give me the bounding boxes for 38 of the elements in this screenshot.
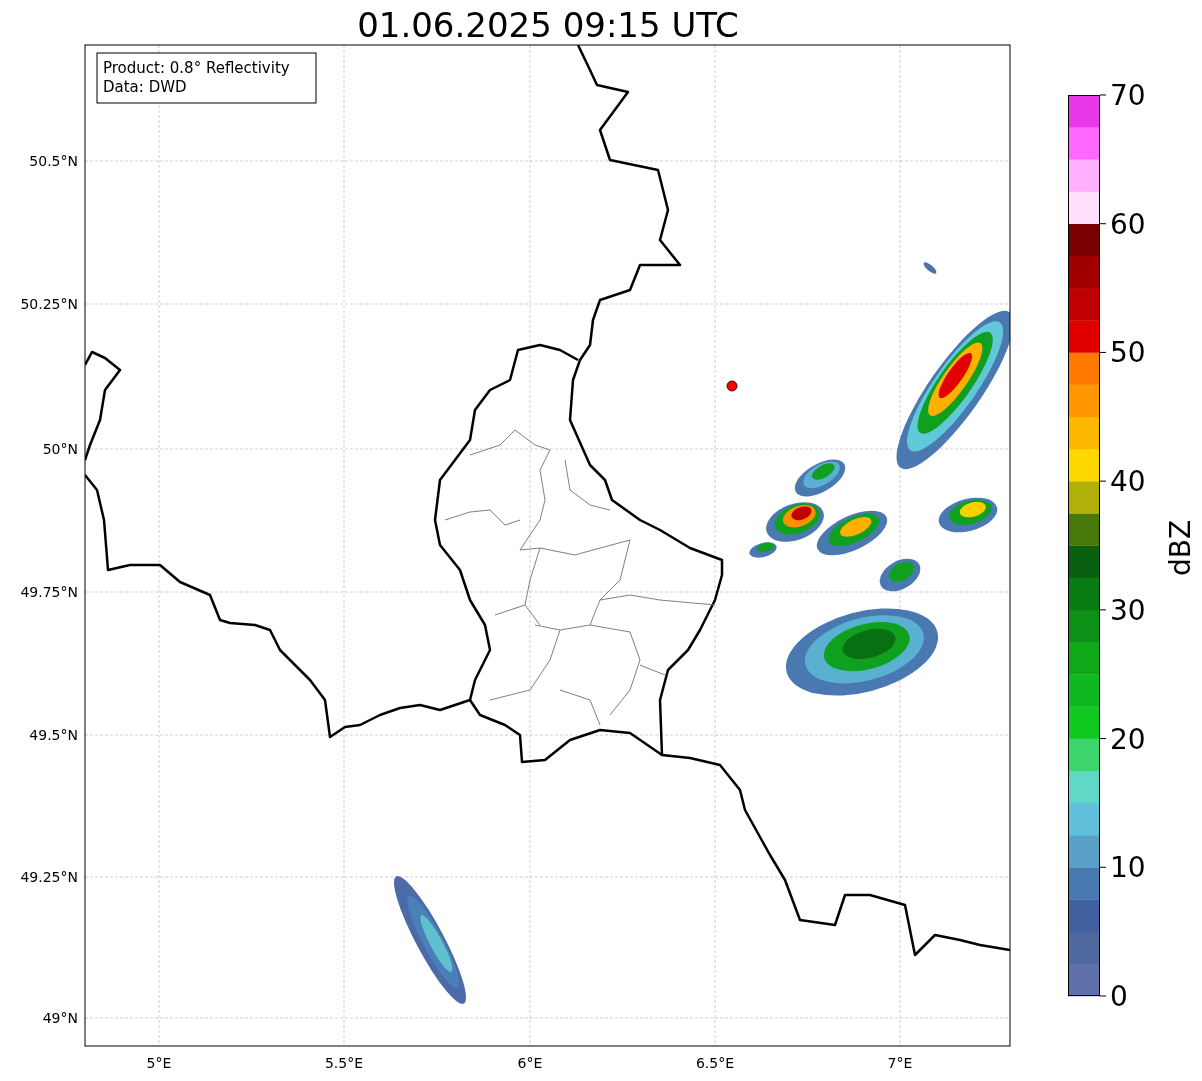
axis-tick-label: 49°N: [42, 1010, 78, 1026]
colorbar-tick-mark: [1099, 223, 1107, 225]
axis-tick-label: 50.25°N: [20, 296, 78, 312]
radar-echo-drawing: [794, 459, 846, 497]
colorbar-tick-label: 20: [1110, 722, 1146, 756]
colorbar-tick-label: 50: [1110, 336, 1146, 370]
axis-tick-label: 49.5°N: [29, 727, 78, 743]
colorbar-tick-label: 30: [1110, 593, 1146, 627]
colorbar-tick-mark: [1099, 480, 1107, 482]
colorbar-tick-mark: [1099, 995, 1107, 997]
colorbar-tick-mark: [1099, 351, 1107, 353]
colorbar-tick-mark: [1099, 866, 1107, 868]
chart-title: 01.06.2025 09:15 UTC: [357, 5, 739, 45]
colorbar-tick-label: 70: [1110, 79, 1146, 112]
colorbar-tick-mark: [1099, 738, 1107, 740]
info-text: Product: 0.8° Reflectivity: [103, 59, 290, 77]
colorbar-tick-label: 60: [1110, 207, 1146, 241]
radar-echo-drawing: [879, 558, 921, 592]
radar-echo-drawing: [923, 262, 937, 274]
colorbar-tick-mark: [1099, 609, 1107, 611]
axis-tick-label: 6°E: [517, 1055, 543, 1071]
axis-tick-label: 50.5°N: [29, 153, 78, 169]
radar-echo-drawing: [938, 497, 998, 533]
axis-tick-label: 50°N: [42, 441, 78, 457]
axis-tick-label: 5.5°E: [324, 1055, 364, 1071]
radar-echo-drawing: [816, 510, 888, 556]
radar-site-marker: [726, 380, 738, 392]
axis-tick-label: 5°E: [146, 1055, 172, 1071]
colorbar-label: dBZ: [1164, 519, 1197, 577]
axis-tick-label: 49.75°N: [20, 584, 78, 600]
axis-tick-label: 7°E: [887, 1055, 913, 1071]
axis-tick-label: 49.25°N: [20, 869, 78, 885]
axis-tick-label: 6.5°E: [695, 1055, 735, 1071]
colorbar-tick-label: 0: [1110, 980, 1128, 1013]
colorbar-tick-label: 10: [1110, 851, 1146, 885]
info-text: Data: DWD: [103, 78, 187, 96]
colorbar-tick-label: 40: [1110, 465, 1146, 499]
colorbar-tick-mark: [1099, 94, 1107, 96]
